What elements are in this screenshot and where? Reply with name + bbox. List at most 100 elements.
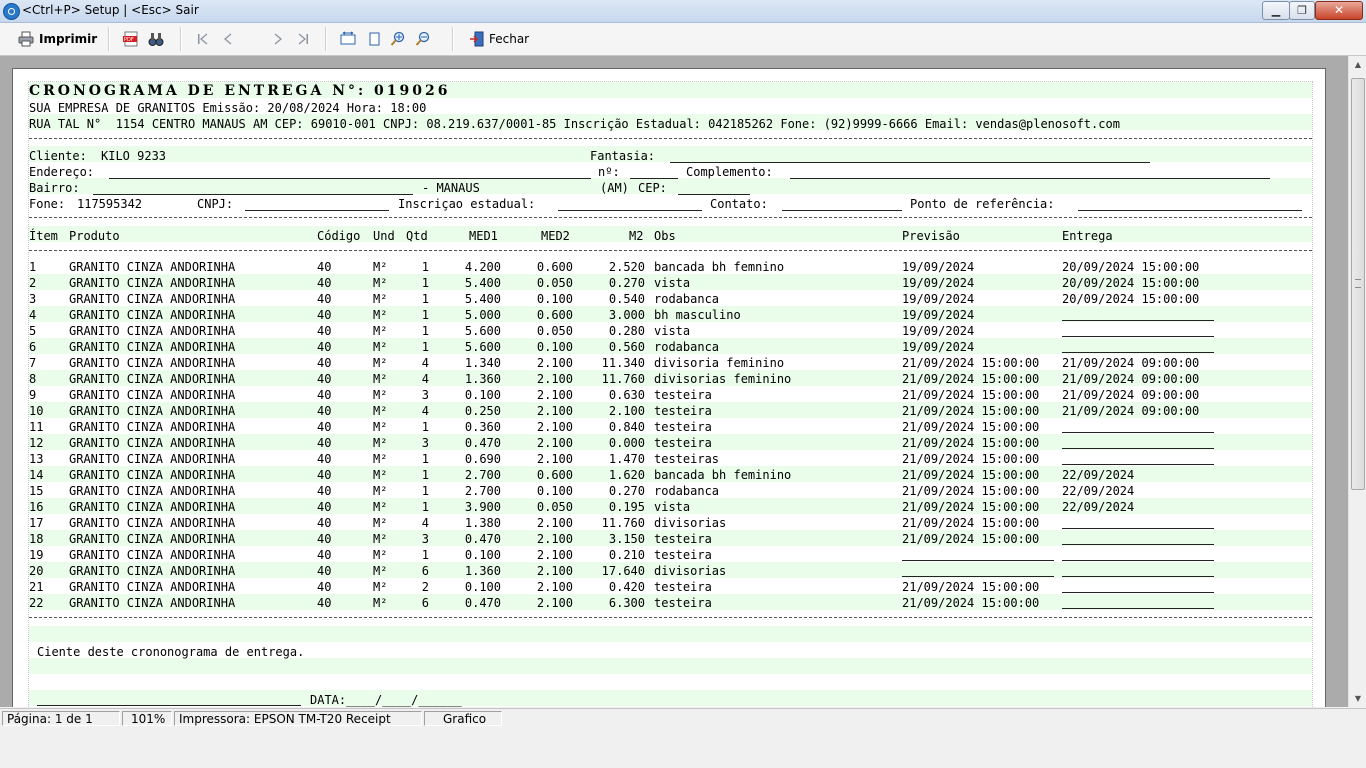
cell-produto: GRANITO CINZA ANDORINHA	[69, 436, 236, 450]
cell-obs: testeira	[654, 580, 712, 594]
cell-med2: 2.100	[536, 420, 573, 434]
cnpj-blank	[245, 210, 389, 211]
find-button[interactable]	[148, 28, 166, 50]
cell-previsao: 21/09/2024 15:00:00	[902, 372, 1040, 386]
cell-item: 1	[29, 260, 37, 274]
endereco-blank	[109, 178, 591, 179]
numero-blank	[630, 178, 678, 179]
close-window-button[interactable]: ✕	[1315, 1, 1363, 20]
fone-label: Fone:	[29, 197, 66, 211]
cell-produto: GRANITO CINZA ANDORINHA	[69, 548, 236, 562]
scroll-down-icon[interactable]: ▼	[1349, 690, 1366, 707]
cell-codigo: 40	[317, 276, 332, 290]
cell-previsao: 19/09/2024	[902, 276, 975, 290]
ie-blank	[558, 210, 702, 211]
cell-qtd: 3	[421, 532, 429, 546]
entrega-blank	[1062, 432, 1214, 433]
scroll-thumb[interactable]	[1351, 78, 1365, 490]
cell-produto: GRANITO CINZA ANDORINHA	[69, 500, 236, 514]
print-button[interactable]: Imprimir	[18, 28, 97, 50]
close-report-button[interactable]: Fechar	[469, 28, 529, 50]
cell-previsao: 19/09/2024	[902, 324, 975, 338]
vertical-scrollbar[interactable]: ▲ ▼	[1348, 56, 1366, 707]
report-title: CRONOGRAMA DE ENTREGA N°: 019026	[29, 83, 451, 99]
col-med1-header: MED1	[469, 229, 498, 243]
whole-page-icon	[369, 32, 380, 46]
cell-obs: testeira	[654, 388, 712, 402]
printer-icon	[18, 31, 34, 47]
cell-obs: testeira	[654, 420, 712, 434]
page-width-icon	[340, 31, 356, 45]
cell-m2: 17.640	[601, 564, 645, 578]
cell-codigo: 40	[317, 500, 332, 514]
cell-item: 3	[29, 292, 37, 306]
cell-med2: 0.050	[536, 500, 573, 514]
scroll-up-icon[interactable]: ▲	[1349, 56, 1366, 73]
printer-indicator: Impressora: EPSON TM-T20 Receipt	[174, 711, 422, 726]
prev-page-button[interactable]	[220, 28, 236, 50]
zoom-out-button[interactable]	[415, 28, 433, 50]
cell-produto: GRANITO CINZA ANDORINHA	[69, 484, 236, 498]
cell-qtd: 4	[421, 372, 429, 386]
cell-med2: 2.100	[536, 564, 573, 578]
cell-med2: 2.100	[536, 516, 573, 530]
cell-qtd: 1	[421, 548, 429, 562]
cell-qtd: 1	[421, 260, 429, 274]
cell-obs: divisorias feminino	[654, 372, 792, 386]
export-pdf-button[interactable]: PDF	[123, 28, 141, 50]
cell-codigo: 40	[317, 324, 332, 338]
entrega-blank	[1062, 576, 1214, 577]
cell-previsao: 21/09/2024 15:00:00	[902, 500, 1040, 514]
cell-med1: 1.360	[464, 372, 501, 386]
cell-med2: 2.100	[536, 548, 573, 562]
minimize-button[interactable]: ▁	[1262, 1, 1290, 20]
cell-obs: vista	[654, 324, 691, 338]
next-page-button[interactable]	[270, 28, 286, 50]
cell-med1: 2.700	[464, 484, 501, 498]
band	[29, 162, 1312, 178]
page-indicator: Página: 1 de 1	[2, 711, 120, 726]
cell-qtd: 1	[421, 500, 429, 514]
zoom-in-icon	[390, 31, 405, 46]
cell-m2: 11.760	[601, 516, 645, 530]
band	[29, 178, 1312, 194]
cell-m2: 0.270	[608, 484, 645, 498]
cell-m2: 0.195	[608, 500, 645, 514]
cell-qtd: 1	[421, 468, 429, 482]
cell-item: 19	[29, 548, 44, 562]
cell-codigo: 40	[317, 340, 332, 354]
bairro-blank	[93, 194, 413, 195]
zoom-in-button[interactable]	[390, 28, 408, 50]
band	[29, 658, 1312, 674]
cell-codigo: 40	[317, 516, 332, 530]
cell-obs: rodabanca	[654, 340, 720, 354]
cell-previsao: 21/09/2024 15:00:00	[902, 516, 1040, 530]
page-width-button[interactable]	[340, 28, 358, 50]
whole-page-button[interactable]	[366, 28, 382, 50]
col-med2-header: MED2	[541, 229, 570, 243]
maximize-button[interactable]: ❐	[1289, 1, 1315, 20]
col-qtd-header: Qtd	[406, 229, 428, 243]
cell-codigo: 40	[317, 372, 332, 386]
last-page-icon	[298, 33, 308, 45]
first-page-button[interactable]	[195, 28, 211, 50]
entrega-blank	[1062, 448, 1214, 449]
cell-codigo: 40	[317, 548, 332, 562]
preview-area[interactable]: CRONOGRAMA DE ENTREGA N°: 019026 SUA EMP…	[0, 56, 1348, 707]
cell-produto: GRANITO CINZA ANDORINHA	[69, 276, 236, 290]
close-icon: ✕	[1333, 3, 1345, 17]
print-label: Imprimir	[39, 32, 98, 46]
cell-entrega: 22/09/2024	[1062, 500, 1135, 514]
cell-item: 9	[29, 388, 37, 402]
band	[29, 626, 1312, 642]
cell-m2: 0.270	[608, 276, 645, 290]
cell-m2: 11.340	[601, 356, 645, 370]
last-page-button[interactable]	[295, 28, 311, 50]
fone-value: 117595342	[77, 197, 143, 211]
grip-icon	[1355, 279, 1361, 288]
cell-m2: 0.630	[608, 388, 645, 402]
cell-produto: GRANITO CINZA ANDORINHA	[69, 420, 236, 434]
col-item-header: Ítem	[29, 229, 58, 243]
cell-produto: GRANITO CINZA ANDORINHA	[69, 372, 236, 386]
cell-previsao: 21/09/2024 15:00:00	[902, 484, 1040, 498]
